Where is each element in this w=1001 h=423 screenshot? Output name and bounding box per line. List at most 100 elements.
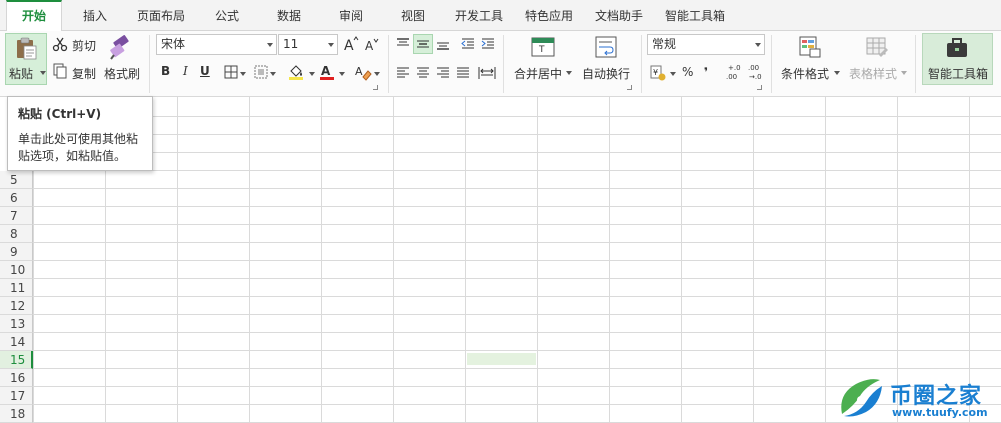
row-header[interactable]: 15 bbox=[0, 351, 33, 369]
cell-fill-pattern-icon[interactable] bbox=[254, 65, 268, 79]
row-gridline bbox=[33, 296, 1001, 297]
tab-formulas[interactable]: 公式 bbox=[200, 0, 254, 31]
conditional-format-icon[interactable] bbox=[798, 35, 822, 59]
toolbox-icon[interactable] bbox=[945, 37, 969, 59]
row-header[interactable]: 9 bbox=[0, 243, 33, 261]
comma-style-button[interactable]: ❜ bbox=[704, 65, 708, 79]
row-gridline bbox=[33, 116, 1001, 117]
merge-center-icon[interactable]: T bbox=[531, 35, 555, 59]
align-bottom-icon[interactable] bbox=[436, 37, 450, 51]
row-header[interactable]: 7 bbox=[0, 207, 33, 225]
percent-button[interactable]: % bbox=[682, 65, 693, 79]
underline-button[interactable]: U bbox=[200, 64, 210, 78]
pattern-dropdown-arrow[interactable] bbox=[270, 72, 276, 76]
increase-decimal-icon[interactable]: +.0 .00 bbox=[724, 63, 742, 81]
row-gridline bbox=[33, 188, 1001, 189]
borders-icon[interactable] bbox=[224, 65, 238, 79]
table-style-icon[interactable] bbox=[865, 35, 889, 59]
merge-dropdown-arrow[interactable] bbox=[566, 71, 572, 75]
scissors-icon[interactable] bbox=[52, 36, 68, 52]
align-center-icon[interactable] bbox=[416, 66, 430, 80]
svg-text:¥: ¥ bbox=[653, 68, 658, 77]
svg-text:.00: .00 bbox=[726, 73, 737, 81]
fill-color-dropdown-arrow[interactable] bbox=[309, 72, 315, 76]
row-header[interactable]: 6 bbox=[0, 189, 33, 207]
group-separator bbox=[388, 35, 389, 93]
alignment-dialog-launcher[interactable] bbox=[627, 85, 632, 90]
row-header[interactable]: 13 bbox=[0, 315, 33, 333]
bold-button[interactable]: B bbox=[161, 64, 170, 78]
number-format-select[interactable]: 常规 bbox=[647, 34, 765, 55]
increase-indent-icon[interactable] bbox=[481, 37, 495, 51]
increase-font-icon[interactable]: A bbox=[343, 36, 359, 52]
row-header[interactable]: 8 bbox=[0, 225, 33, 243]
paste-tooltip: 粘贴 (Ctrl+V) 单击此处可使用其他粘贴选项，如粘贴值。 bbox=[7, 96, 153, 171]
font-color-dropdown-arrow[interactable] bbox=[339, 72, 345, 76]
format-painter-label[interactable]: 格式刷 bbox=[104, 65, 140, 82]
align-left-icon[interactable] bbox=[396, 66, 410, 80]
align-top-icon[interactable] bbox=[396, 37, 410, 51]
tab-review[interactable]: 审阅 bbox=[324, 0, 378, 31]
tab-doc-assistant[interactable]: 文档助手 bbox=[586, 0, 652, 31]
fill-color-icon[interactable] bbox=[287, 63, 305, 81]
conditional-format-label[interactable]: 条件格式 bbox=[781, 65, 829, 82]
distributed-align-icon[interactable] bbox=[478, 66, 496, 80]
tooltip-body: 单击此处可使用其他粘贴选项，如粘贴值。 bbox=[18, 132, 139, 163]
row-header[interactable]: 14 bbox=[0, 333, 33, 351]
decrease-decimal-icon[interactable]: .00 →.0 bbox=[746, 63, 764, 81]
font-dialog-launcher[interactable] bbox=[373, 85, 378, 90]
font-family-select[interactable]: 宋体 bbox=[156, 34, 277, 55]
row-header[interactable]: 10 bbox=[0, 261, 33, 279]
table-style-dropdown-arrow[interactable] bbox=[901, 71, 907, 75]
paste-dropdown-arrow[interactable] bbox=[40, 71, 46, 75]
merge-center-label[interactable]: 合并居中 bbox=[514, 65, 562, 82]
justify-icon[interactable] bbox=[456, 66, 470, 80]
copy-icon[interactable] bbox=[52, 63, 68, 79]
tab-insert[interactable]: 插入 bbox=[68, 0, 122, 31]
tab-home[interactable]: 开始 bbox=[6, 0, 62, 32]
tab-view[interactable]: 视图 bbox=[386, 0, 440, 31]
row-header[interactable]: 18 bbox=[0, 405, 33, 423]
font-color-icon[interactable]: A bbox=[318, 63, 336, 81]
decrease-indent-icon[interactable] bbox=[461, 37, 475, 51]
tab-data[interactable]: 数据 bbox=[262, 0, 316, 31]
row-header[interactable]: 11 bbox=[0, 279, 33, 297]
font-size-value: 11 bbox=[283, 37, 299, 51]
watermark-url: www.tuufy.com bbox=[892, 406, 988, 419]
row-gridline bbox=[33, 206, 1001, 207]
copy-label[interactable]: 复制 bbox=[72, 65, 96, 82]
table-style-label[interactable]: 表格样式 bbox=[849, 65, 897, 82]
align-right-icon[interactable] bbox=[436, 66, 450, 80]
paste-icon[interactable] bbox=[14, 36, 38, 60]
row-header[interactable]: 5 bbox=[0, 171, 33, 189]
borders-dropdown-arrow[interactable] bbox=[240, 72, 246, 76]
wrap-text-label[interactable]: 自动换行 bbox=[582, 65, 630, 82]
paste-label[interactable]: 粘贴 bbox=[9, 65, 33, 82]
currency-dropdown-arrow[interactable] bbox=[670, 72, 676, 76]
number-dialog-launcher[interactable] bbox=[757, 85, 762, 90]
decrease-font-icon[interactable]: A bbox=[364, 37, 380, 53]
row-header[interactable]: 17 bbox=[0, 387, 33, 405]
format-painter-icon[interactable] bbox=[108, 35, 134, 61]
row-gridline bbox=[33, 134, 1001, 135]
active-cell[interactable] bbox=[467, 353, 536, 365]
smart-toolbox-label[interactable]: 智能工具箱 bbox=[928, 65, 988, 82]
wrap-text-icon[interactable] bbox=[594, 35, 618, 59]
cut-label[interactable]: 剪切 bbox=[72, 37, 96, 54]
currency-icon[interactable]: ¥ bbox=[650, 65, 666, 81]
italic-button[interactable]: I bbox=[183, 64, 188, 78]
chevron-down-icon bbox=[328, 43, 334, 47]
tab-smart-toolbox[interactable]: 智能工具箱 bbox=[656, 0, 734, 31]
tab-page-layout[interactable]: 页面布局 bbox=[128, 0, 194, 31]
clear-format-icon[interactable]: A bbox=[354, 63, 372, 81]
tab-developer[interactable]: 开发工具 bbox=[446, 0, 512, 31]
clear-format-dropdown-arrow[interactable] bbox=[374, 72, 380, 76]
align-middle-icon[interactable] bbox=[416, 37, 430, 51]
row-header[interactable]: 12 bbox=[0, 297, 33, 315]
svg-text:+.0: +.0 bbox=[728, 64, 741, 72]
conditional-format-dropdown-arrow[interactable] bbox=[834, 71, 840, 75]
tab-special-apps[interactable]: 特色应用 bbox=[516, 0, 582, 31]
font-size-select[interactable]: 11 bbox=[278, 34, 338, 55]
row-header[interactable]: 16 bbox=[0, 369, 33, 387]
row-gridline bbox=[33, 332, 1001, 333]
